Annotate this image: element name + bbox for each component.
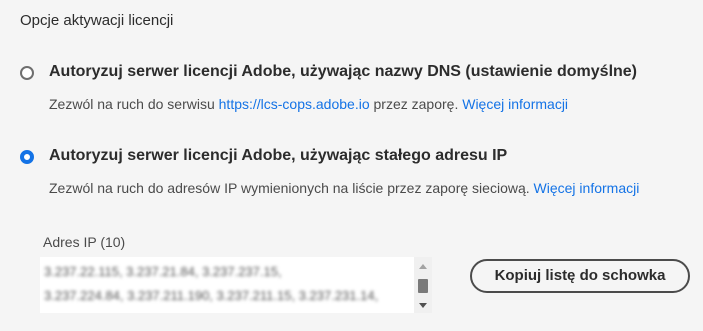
- option-dns-label[interactable]: Autoryzuj serwer licencji Adobe, używają…: [49, 63, 637, 81]
- ip-list-label: Adres IP (10): [43, 234, 126, 250]
- ip-more-info-link[interactable]: Więcej informacji: [534, 180, 640, 196]
- option-ip-label[interactable]: Autoryzuj serwer licencji Adobe, używają…: [49, 147, 507, 165]
- dns-more-info-link[interactable]: Więcej informacji: [462, 96, 568, 112]
- copy-list-button[interactable]: Kopiuj listę do schowka: [470, 259, 690, 293]
- option-dns-desc-prefix: Zezwól na ruch do serwisu: [49, 96, 219, 112]
- ip-address-list[interactable]: 3.237.22.115, 3.237.21.84, 3.237.237.15,…: [40, 257, 432, 313]
- ip-line-2: 3.237.224.84, 3.237.211.190, 3.237.211.1…: [44, 288, 379, 303]
- ip-address-text: 3.237.22.115, 3.237.21.84, 3.237.237.15,…: [44, 260, 410, 308]
- scroll-down-arrow-icon[interactable]: [419, 303, 427, 308]
- option-dns-desc-middle: przez zaporę.: [369, 96, 463, 112]
- option-ip-desc-prefix: Zezwól na ruch do adresów IP wymienionyc…: [49, 180, 534, 196]
- dns-url-link[interactable]: https://lcs-cops.adobe.io: [219, 96, 370, 112]
- option-ip-description: Zezwól na ruch do adresów IP wymienionyc…: [49, 180, 639, 196]
- section-title: Opcje aktywacji licencji: [20, 12, 174, 29]
- scroll-up-arrow-icon[interactable]: [419, 264, 427, 269]
- radio-dns[interactable]: [20, 66, 34, 80]
- radio-ip[interactable]: [20, 150, 34, 164]
- option-dns-description: Zezwól na ruch do serwisu https://lcs-co…: [49, 96, 568, 112]
- scroll-thumb[interactable]: [418, 279, 428, 293]
- ip-line-1: 3.237.22.115, 3.237.21.84, 3.237.237.15,: [44, 264, 282, 279]
- ip-list-scrollbar[interactable]: [414, 257, 432, 313]
